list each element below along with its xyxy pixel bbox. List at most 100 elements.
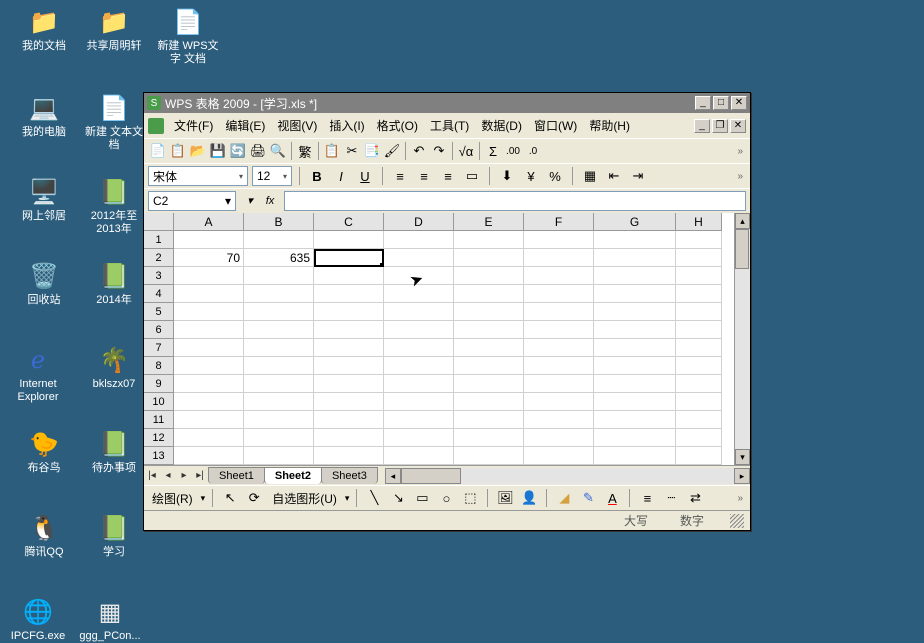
col-header-G[interactable]: G <box>594 213 676 231</box>
rotate-icon[interactable]: ⟳ <box>244 488 264 508</box>
cell-B10[interactable] <box>244 393 314 411</box>
cell-A5[interactable] <box>174 303 244 321</box>
cell-C7[interactable] <box>314 339 384 357</box>
hscroll-thumb[interactable] <box>401 468 461 484</box>
cell-A13[interactable] <box>174 447 244 465</box>
cell-G10[interactable] <box>594 393 676 411</box>
cell-H3[interactable] <box>676 267 722 285</box>
select-all-corner[interactable] <box>144 213 174 231</box>
cell-B12[interactable] <box>244 429 314 447</box>
row-header-10[interactable]: 10 <box>144 393 174 411</box>
sheet-prev-icon[interactable]: ◂ <box>160 470 176 481</box>
font-combo[interactable]: 宋体▾ <box>148 166 248 186</box>
doc-minimize-button[interactable]: _ <box>694 119 710 133</box>
rect-icon[interactable]: ▭ <box>412 488 432 508</box>
cell-F7[interactable] <box>524 339 594 357</box>
new-icon[interactable]: 📄 <box>148 141 168 161</box>
borders-icon[interactable]: ▦ <box>580 166 600 186</box>
formula-input[interactable] <box>284 191 746 211</box>
scroll-right-icon[interactable]: ▸ <box>734 468 750 484</box>
cell-F8[interactable] <box>524 357 594 375</box>
cell-A12[interactable] <box>174 429 244 447</box>
sheet-last-icon[interactable]: ▸| <box>192 470 208 481</box>
cell-E10[interactable] <box>454 393 524 411</box>
fill-color-icon[interactable]: ◢ <box>554 488 574 508</box>
cell-G8[interactable] <box>594 357 676 375</box>
cell-C3[interactable] <box>314 267 384 285</box>
cell-E5[interactable] <box>454 303 524 321</box>
cell-G7[interactable] <box>594 339 676 357</box>
desktop-icon-腾讯QQ[interactable]: 🐧腾讯QQ <box>12 512 76 559</box>
cell-F5[interactable] <box>524 303 594 321</box>
draw-menu[interactable]: 绘图(R) <box>148 490 197 507</box>
align-center-icon[interactable]: ≡ <box>414 166 434 186</box>
cell-D6[interactable] <box>384 321 454 339</box>
vertical-scrollbar[interactable]: ▴ ▾ <box>734 213 750 465</box>
cell-B13[interactable] <box>244 447 314 465</box>
cell-A7[interactable] <box>174 339 244 357</box>
currency-icon[interactable]: ¥ <box>521 166 541 186</box>
cell-B2[interactable]: 635 <box>244 249 314 267</box>
cell-D4[interactable] <box>384 285 454 303</box>
menu-数据(D)[interactable]: 数据(D) <box>475 115 528 136</box>
row-header-13[interactable]: 13 <box>144 447 174 465</box>
row-header-9[interactable]: 9 <box>144 375 174 393</box>
cell-A3[interactable] <box>174 267 244 285</box>
draw-overflow-icon[interactable]: » <box>734 493 746 504</box>
arrow-style-icon[interactable]: ⇄ <box>685 488 705 508</box>
cell-H11[interactable] <box>676 411 722 429</box>
align-left-icon[interactable]: ≡ <box>390 166 410 186</box>
row-header-2[interactable]: 2 <box>144 249 174 267</box>
cell-D7[interactable] <box>384 339 454 357</box>
cell-G5[interactable] <box>594 303 676 321</box>
italic-icon[interactable]: I <box>331 166 351 186</box>
cell-B11[interactable] <box>244 411 314 429</box>
sheet-tab-Sheet2[interactable]: Sheet2 <box>264 467 322 484</box>
scroll-thumb[interactable] <box>735 229 749 269</box>
maximize-button[interactable]: □ <box>713 96 729 110</box>
col-header-B[interactable]: B <box>244 213 314 231</box>
desktop-icon-网上邻居[interactable]: 🖥️网上邻居 <box>12 176 76 223</box>
scroll-down-icon[interactable]: ▾ <box>735 449 750 465</box>
row-header-12[interactable]: 12 <box>144 429 174 447</box>
close-button[interactable]: ✕ <box>731 96 747 110</box>
decimal-dec-icon[interactable]: .0 <box>523 141 543 161</box>
cell-D9[interactable] <box>384 375 454 393</box>
col-header-D[interactable]: D <box>384 213 454 231</box>
cell-D10[interactable] <box>384 393 454 411</box>
horizontal-scrollbar[interactable]: ◂ ▸ <box>385 468 750 484</box>
col-header-F[interactable]: F <box>524 213 594 231</box>
sheet-first-icon[interactable]: |◂ <box>144 470 160 481</box>
desktop-icon-我的文档[interactable]: 📁我的文档 <box>12 6 76 53</box>
desktop-icon-学习[interactable]: 📗学习 <box>82 512 146 559</box>
cell-E3[interactable] <box>454 267 524 285</box>
cell-C6[interactable] <box>314 321 384 339</box>
cell-G13[interactable] <box>594 447 676 465</box>
titlebar[interactable]: S WPS 表格 2009 - [学习.xls *] _ □ ✕ <box>144 93 750 113</box>
cell-F2[interactable] <box>524 249 594 267</box>
insert-pic-icon[interactable]: 👤 <box>519 488 539 508</box>
cell-H9[interactable] <box>676 375 722 393</box>
cell-C12[interactable] <box>314 429 384 447</box>
cell-E2[interactable] <box>454 249 524 267</box>
cell-A2[interactable]: 70 <box>174 249 244 267</box>
cell-C1[interactable] <box>314 231 384 249</box>
cell-F4[interactable] <box>524 285 594 303</box>
cell-D11[interactable] <box>384 411 454 429</box>
cell-A11[interactable] <box>174 411 244 429</box>
dash-style-icon[interactable]: ┈ <box>661 488 681 508</box>
col-header-C[interactable]: C <box>314 213 384 231</box>
cell-H8[interactable] <box>676 357 722 375</box>
cell-F11[interactable] <box>524 411 594 429</box>
row-header-8[interactable]: 8 <box>144 357 174 375</box>
cell-C8[interactable] <box>314 357 384 375</box>
cell-D12[interactable] <box>384 429 454 447</box>
cell-D1[interactable] <box>384 231 454 249</box>
cell-H6[interactable] <box>676 321 722 339</box>
col-header-E[interactable]: E <box>454 213 524 231</box>
cell-B1[interactable] <box>244 231 314 249</box>
desktop-icon-2014年[interactable]: 📗2014年 <box>82 260 146 307</box>
desktop-icon-2012年至2013年[interactable]: 📗2012年至2013年 <box>82 176 146 236</box>
indent-dec-icon[interactable]: ⇤ <box>604 166 624 186</box>
cell-A4[interactable] <box>174 285 244 303</box>
